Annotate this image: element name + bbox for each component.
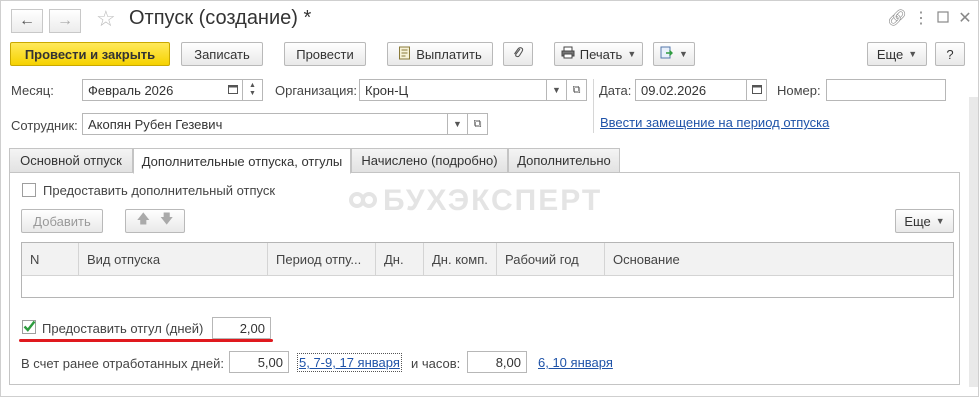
table-header: N Вид отпуска Период отпу... Дн. Дн. ком… xyxy=(22,243,953,276)
annotation-underline xyxy=(19,339,273,342)
worked-days-link[interactable]: 5, 7-9, 17 января xyxy=(297,353,402,372)
calendar-icon xyxy=(751,84,762,96)
number-field[interactable] xyxy=(826,79,946,101)
employee-label: Сотрудник: xyxy=(11,118,78,133)
open-item-icon: ⧉ xyxy=(572,83,581,96)
number-label: Номер: xyxy=(777,83,821,98)
column-header[interactable]: Основание xyxy=(605,243,953,275)
scrollbar[interactable] xyxy=(969,97,978,387)
employee-dropdown-button[interactable]: ▼ xyxy=(448,113,468,135)
link-icon[interactable]: 🔗︎ xyxy=(887,9,907,29)
time-off-label: Предоставить отгул (дней) xyxy=(42,321,204,336)
stepper-up-icon[interactable]: ▲ xyxy=(249,82,256,90)
pay-label: Выплатить xyxy=(416,46,482,62)
attach-button[interactable] xyxy=(503,42,533,66)
print-label: Печать xyxy=(579,46,623,62)
move-buttons: 🡅︎ 🡇︎ xyxy=(125,209,185,233)
more-vert-icon[interactable]: ⋮ xyxy=(911,9,931,29)
time-off-checkbox[interactable] xyxy=(22,320,36,334)
add-button[interactable]: Добавить xyxy=(21,209,103,233)
hours-label: и часов: xyxy=(411,356,461,371)
maximize-icon[interactable] xyxy=(933,9,953,29)
create-based-icon xyxy=(660,46,674,63)
save-label: Записать xyxy=(194,46,250,62)
date-calendar-button[interactable] xyxy=(747,79,767,101)
worked-days-field[interactable]: 5,00 xyxy=(229,351,289,373)
tab-additional-vacations[interactable]: Дополнительные отпуска, отгулы xyxy=(133,148,351,174)
month-stepper[interactable]: ▲ ▼ xyxy=(243,79,263,101)
paperclip-icon xyxy=(512,46,524,63)
window-title: Отпуск (создание) * xyxy=(129,7,312,29)
date-label: Дата: xyxy=(599,83,632,98)
chevron-down-icon: ▼ xyxy=(679,49,688,59)
vacations-table[interactable]: N Вид отпуска Период отпу... Дн. Дн. ком… xyxy=(21,242,954,298)
replacement-link[interactable]: Ввести замещение на период отпуска xyxy=(600,115,829,130)
chevron-down-icon: ▼ xyxy=(552,85,561,95)
checkmark-icon xyxy=(23,320,36,332)
tab-accrued-detailed[interactable]: Начислено (подробно) xyxy=(351,148,508,173)
stepper-down-icon[interactable]: ▼ xyxy=(249,90,256,98)
printer-icon xyxy=(561,46,575,62)
document-window: ← → ☆ Отпуск (создание) * 🔗︎ ⋮ ✕ Провест… xyxy=(0,0,979,397)
chevron-down-icon: ▼ xyxy=(627,49,637,59)
forward-button[interactable]: → xyxy=(49,9,81,33)
arrow-up-icon[interactable]: 🡅︎ xyxy=(137,210,150,232)
arrow-right-icon: → xyxy=(57,12,73,29)
date-field[interactable]: 09.02.2026 xyxy=(635,79,747,101)
organization-field[interactable]: Крон-Ц xyxy=(359,79,547,101)
time-off-days-field[interactable]: 2,00 xyxy=(212,317,271,339)
document-icon xyxy=(398,46,411,63)
calendar-button[interactable] xyxy=(223,79,243,101)
hours-field[interactable]: 8,00 xyxy=(467,351,527,373)
tab-main-vacation[interactable]: Основной отпуск xyxy=(9,148,133,173)
table-more-label: Еще xyxy=(904,213,931,229)
arrow-down-icon[interactable]: 🡇︎ xyxy=(160,210,173,232)
employee-field[interactable]: Акопян Рубен Гезевич xyxy=(82,113,448,135)
column-header[interactable]: N xyxy=(22,243,79,275)
post-and-close-button[interactable]: Провести и закрыть xyxy=(10,42,170,66)
open-item-icon: ⧉ xyxy=(473,117,482,130)
save-button[interactable]: Записать xyxy=(181,42,263,66)
owl-logo-icon xyxy=(349,187,377,221)
arrow-left-icon: ← xyxy=(19,12,35,29)
table-more-button[interactable]: Еще ▼ xyxy=(895,209,954,233)
help-button[interactable]: ? xyxy=(935,42,965,66)
divider xyxy=(593,79,594,133)
column-header[interactable]: Дн. комп. xyxy=(424,243,497,275)
post-button[interactable]: Провести xyxy=(284,42,366,66)
tab-additional[interactable]: Дополнительно xyxy=(508,148,620,173)
chevron-down-icon: ▼ xyxy=(935,216,945,226)
organization-dropdown-button[interactable]: ▼ xyxy=(547,79,567,101)
help-label: ? xyxy=(946,46,954,62)
post-and-close-label: Провести и закрыть xyxy=(24,46,156,62)
chevron-down-icon: ▼ xyxy=(453,119,462,129)
month-field[interactable]: Февраль 2026 xyxy=(82,79,224,101)
column-header[interactable]: Дн. xyxy=(376,243,424,275)
hours-link[interactable]: 6, 10 января xyxy=(538,355,613,370)
calendar-icon xyxy=(227,84,238,96)
post-label: Провести xyxy=(296,46,354,62)
create-based-on-button[interactable]: ▼ xyxy=(653,42,695,66)
column-header[interactable]: Рабочий год xyxy=(497,243,605,275)
back-button[interactable]: ← xyxy=(11,9,43,33)
grant-additional-checkbox[interactable] xyxy=(22,183,36,197)
print-button[interactable]: Печать ▼ xyxy=(554,42,643,66)
organization-open-button[interactable]: ⧉ xyxy=(567,79,587,101)
worked-days-label: В счет ранее отработанных дней: xyxy=(21,356,224,371)
column-header[interactable]: Период отпу... xyxy=(268,243,376,275)
more-button[interactable]: Еще ▼ xyxy=(867,42,927,66)
chevron-down-icon: ▼ xyxy=(908,49,918,59)
pay-button[interactable]: Выплатить xyxy=(387,42,493,66)
grant-additional-label: Предоставить дополнительный отпуск xyxy=(43,183,276,198)
month-label: Месяц: xyxy=(11,83,54,98)
close-icon[interactable]: ✕ xyxy=(955,9,975,29)
watermark-text: БУХЭКСПЕРТ xyxy=(383,184,603,217)
employee-open-button[interactable]: ⧉ xyxy=(468,113,488,135)
column-header[interactable]: Вид отпуска xyxy=(79,243,268,275)
star-icon[interactable]: ☆ xyxy=(96,6,116,32)
watermark: БУХЭКСПЕРТ xyxy=(349,184,602,221)
add-label: Добавить xyxy=(33,213,91,229)
more-label: Еще xyxy=(876,46,904,62)
organization-label: Организация: xyxy=(275,83,358,98)
